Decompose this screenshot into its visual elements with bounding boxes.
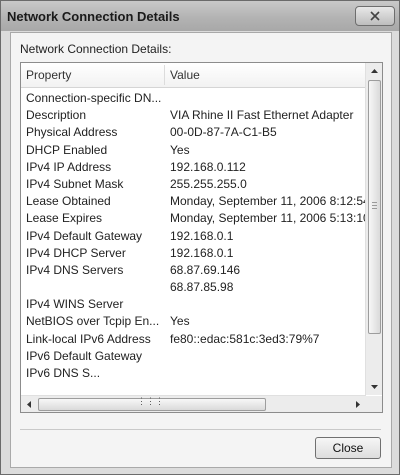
title-close-button[interactable]: [355, 6, 395, 26]
window-title: Network Connection Details: [7, 9, 180, 24]
grip-line: [372, 205, 377, 206]
grip-line: [372, 202, 377, 203]
property-cell: Connection-specific DN...: [26, 91, 162, 105]
value-cell: fe80::edac:581c:3ed3:79%7: [170, 331, 320, 346]
table-row[interactable]: IPv4 WINS Server: [21, 296, 366, 313]
value-cell: Yes: [170, 314, 190, 329]
property-cell: Lease Obtained: [26, 194, 111, 209]
value-cell: 255.255.255.0: [170, 176, 247, 191]
network-details-dialog: Network Connection Details Network Conne…: [0, 0, 400, 475]
table-row[interactable]: 68.87.85.98: [21, 279, 366, 296]
table-row[interactable]: IPv4 DHCP Server 192.168.0.1: [21, 245, 366, 262]
grip-line: [372, 208, 377, 209]
list-rows: Connection-specific DN... Description VIA…: [21, 90, 366, 382]
table-row[interactable]: DHCP Enabled Yes: [21, 142, 366, 159]
vertical-scroll-thumb[interactable]: [368, 80, 381, 334]
table-row[interactable]: NetBIOS over Tcpip En... Yes: [21, 313, 366, 330]
divider: [20, 429, 381, 430]
value-cell: VIA Rhine II Fast Ethernet Adapter: [170, 108, 354, 123]
value-cell: 00-0D-87-7A-C1-B5: [170, 125, 277, 140]
scroll-up-button[interactable]: [366, 63, 382, 79]
property-cell: DHCP Enabled: [26, 142, 108, 157]
property-cell: IPv4 DNS Servers: [26, 262, 124, 277]
arrow-down-icon: [370, 385, 378, 389]
horizontal-scroll-thumb[interactable]: ⋮⋮⋮: [38, 396, 266, 411]
property-cell: IPv4 Default Gateway: [26, 228, 143, 243]
property-cell: Physical Address: [26, 125, 118, 140]
list-header: Property Value: [21, 63, 366, 88]
value-cell: Monday, September 11, 2006 8:12:54: [170, 194, 366, 209]
column-header-value[interactable]: Value: [170, 68, 200, 82]
horizontal-scrollbar[interactable]: ⋮⋮⋮: [21, 395, 366, 412]
close-button[interactable]: Close: [315, 437, 381, 459]
property-cell: Link-local IPv6 Address: [26, 331, 151, 346]
value-cell: 68.87.69.146: [170, 262, 241, 277]
arrow-right-icon: [356, 400, 360, 408]
details-list[interactable]: Property Value Connection-specific DN...…: [20, 62, 383, 413]
details-label: Network Connection Details:: [20, 42, 172, 56]
table-row[interactable]: Physical Address 00-0D-87-7A-C1-B5: [21, 124, 366, 141]
table-row[interactable]: Connection-specific DN...: [21, 90, 366, 107]
property-cell: Lease Expires: [26, 211, 103, 226]
table-row[interactable]: Lease Obtained Monday, September 11, 2006…: [21, 193, 366, 210]
vertical-scrollbar[interactable]: [365, 63, 382, 395]
dialog-content: Network Connection Details: Property Val…: [10, 32, 392, 468]
property-cell: Description: [26, 108, 87, 123]
table-row[interactable]: IPv4 DNS Servers 68.87.69.146: [21, 262, 366, 279]
value-cell: 68.87.85.98: [170, 280, 234, 295]
property-cell: IPv4 WINS Server: [26, 297, 124, 312]
scroll-right-button[interactable]: [350, 396, 366, 412]
value-cell: 192.168.0.112: [170, 159, 246, 174]
arrow-left-icon: [27, 400, 31, 408]
column-divider[interactable]: [164, 65, 165, 85]
property-cell: IPv6 Default Gateway: [26, 348, 143, 363]
table-row[interactable]: Lease Expires Monday, September 11, 2006 …: [21, 210, 366, 227]
arrow-up-icon: [370, 69, 378, 73]
value-cell: Monday, September 11, 2006 5:13:10: [170, 211, 366, 226]
close-x-icon: [370, 11, 380, 21]
table-row[interactable]: IPv4 Subnet Mask 255.255.255.0: [21, 176, 366, 193]
value-cell: Yes: [170, 142, 190, 157]
title-bar[interactable]: Network Connection Details: [1, 1, 399, 31]
scroll-left-button[interactable]: [21, 396, 37, 412]
table-row[interactable]: IPv4 Default Gateway 192.168.0.1: [21, 228, 366, 245]
grip-icon: ⋮⋮⋮: [137, 396, 164, 406]
value-cell: 192.168.0.1: [170, 228, 234, 243]
column-header-property[interactable]: Property: [26, 68, 71, 82]
table-row[interactable]: Link-local IPv6 Address fe80::edac:581c:3…: [21, 331, 366, 348]
scroll-down-button[interactable]: [366, 379, 382, 395]
table-row[interactable]: IPv6 Default Gateway: [21, 348, 366, 365]
property-cell: IPv4 Subnet Mask: [26, 176, 124, 191]
table-row[interactable]: IPv4 IP Address 192.168.0.112: [21, 159, 366, 176]
property-cell: NetBIOS over Tcpip En...: [26, 314, 160, 329]
scroll-corner: [366, 396, 382, 412]
table-row[interactable]: IPv6 DNS S...: [21, 365, 366, 382]
value-cell: 192.168.0.1: [170, 245, 234, 260]
table-row[interactable]: Description VIA Rhine II Fast Ethernet Ad…: [21, 107, 366, 124]
property-cell: IPv4 DHCP Server: [26, 245, 126, 260]
property-cell: IPv6 DNS S...: [26, 366, 101, 380]
property-cell: IPv4 IP Address: [26, 159, 112, 174]
